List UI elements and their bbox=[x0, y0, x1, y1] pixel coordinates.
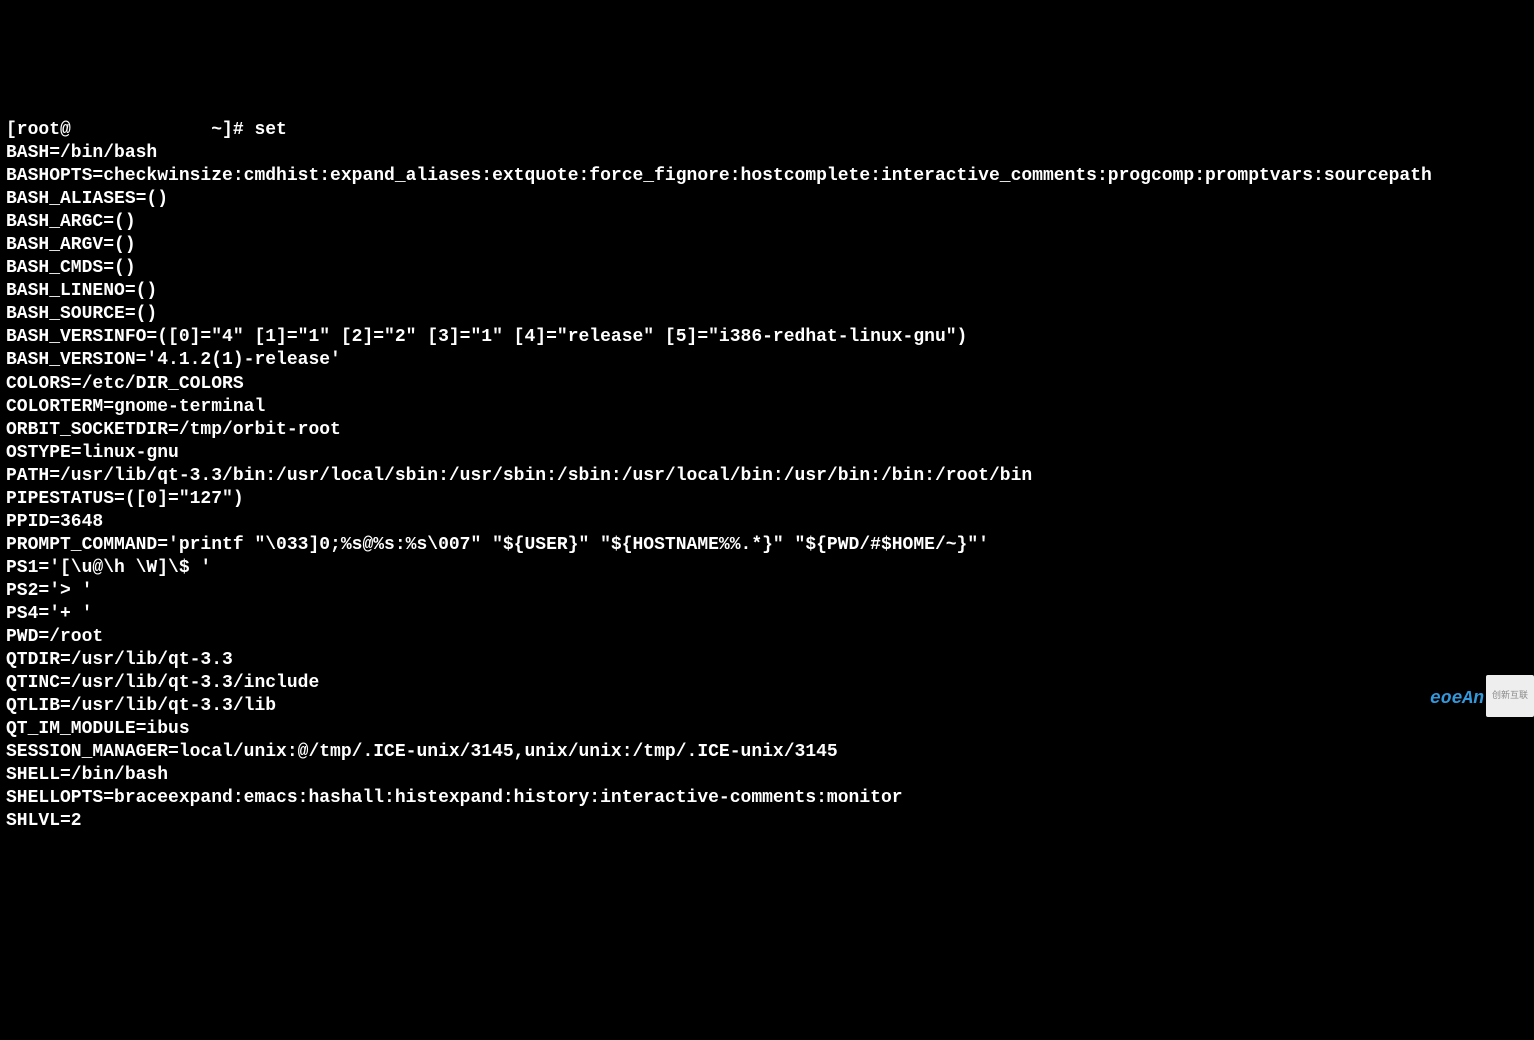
terminal-line: QT_IM_MODULE=ibus bbox=[6, 718, 1528, 741]
terminal-output[interactable]: [root@ ~]# setBASH=/bin/bashBASHOPTS=che… bbox=[6, 96, 1528, 856]
terminal-line: PS2='> ' bbox=[6, 580, 1528, 603]
terminal-prompt-line: [root@ ~]# set bbox=[6, 119, 1528, 142]
terminal-line: BASH_ALIASES=() bbox=[6, 188, 1528, 211]
terminal-line: PS1='[\u@\h \W]\$ ' bbox=[6, 557, 1528, 580]
terminal-line: QTDIR=/usr/lib/qt-3.3 bbox=[6, 649, 1528, 672]
terminal-line: OSTYPE=linux-gnu bbox=[6, 442, 1528, 465]
terminal-line: PWD=/root bbox=[6, 626, 1528, 649]
terminal-line: SESSION_MANAGER=local/unix:@/tmp/.ICE-un… bbox=[6, 741, 1528, 764]
terminal-line: BASH_CMDS=() bbox=[6, 257, 1528, 280]
terminal-line: PPID=3648 bbox=[6, 511, 1528, 534]
terminal-line: BASH_VERSINFO=([0]="4" [1]="1" [2]="2" [… bbox=[6, 326, 1528, 349]
terminal-line: BASH_SOURCE=() bbox=[6, 303, 1528, 326]
terminal-line: PROMPT_COMMAND='printf "\033]0;%s@%s:%s\… bbox=[6, 534, 1528, 557]
terminal-line: QTINC=/usr/lib/qt-3.3/include bbox=[6, 672, 1528, 695]
terminal-line: BASH_ARGV=() bbox=[6, 234, 1528, 257]
terminal-line: SHELL=/bin/bash bbox=[6, 764, 1528, 787]
terminal-line: PIPESTATUS=([0]="127") bbox=[6, 488, 1528, 511]
terminal-line: BASH_LINENO=() bbox=[6, 280, 1528, 303]
terminal-line: QTLIB=/usr/lib/qt-3.3/lib bbox=[6, 695, 1528, 718]
terminal-line: ORBIT_SOCKETDIR=/tmp/orbit-root bbox=[6, 419, 1528, 442]
terminal-line: BASH_VERSION='4.1.2(1)-release' bbox=[6, 349, 1528, 372]
terminal-line: PS4='+ ' bbox=[6, 603, 1528, 626]
terminal-line: BASH_ARGC=() bbox=[6, 211, 1528, 234]
watermark-logo: 创新互联 bbox=[1486, 675, 1534, 717]
terminal-line: BASH=/bin/bash bbox=[6, 142, 1528, 165]
terminal-line: BASHOPTS=checkwinsize:cmdhist:expand_ali… bbox=[6, 165, 1528, 188]
terminal-line: SHELLOPTS=braceexpand:emacs:hashall:hist… bbox=[6, 787, 1528, 810]
terminal-line: COLORS=/etc/DIR_COLORS bbox=[6, 373, 1528, 396]
terminal-line: COLORTERM=gnome-terminal bbox=[6, 396, 1528, 419]
watermark-text: eoeAn bbox=[1430, 688, 1484, 711]
terminal-line: SHLVL=2 bbox=[6, 810, 1528, 833]
terminal-line: PATH=/usr/lib/qt-3.3/bin:/usr/local/sbin… bbox=[6, 465, 1528, 488]
